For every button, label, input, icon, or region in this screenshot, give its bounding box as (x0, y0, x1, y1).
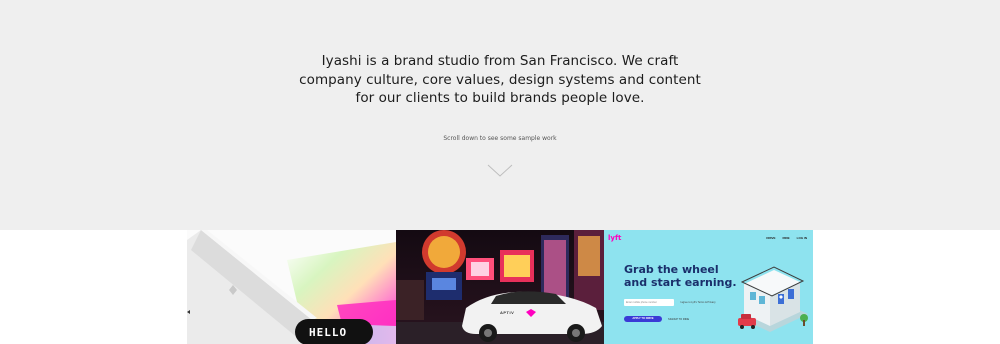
intro-line: for our clients to build brands people l… (355, 90, 645, 106)
hello-display: HELLO (309, 326, 348, 339)
work-tile-lyft[interactable]: lyft DRIVE RIDE LOG IN Grab the wheel an… (604, 230, 813, 344)
lyft-nav: DRIVE RIDE LOG IN (766, 236, 807, 240)
laptop-gradient-image (187, 230, 396, 344)
phone-input[interactable]: Enter mobile phone number (624, 299, 674, 306)
chevron-down-icon[interactable] (487, 164, 513, 178)
lyft-logo: lyft (608, 234, 622, 242)
nav-ride[interactable]: RIDE (782, 236, 789, 240)
building-illustration (738, 266, 808, 332)
terms-text: I agree to Lyft's Terms & Privacy (680, 301, 716, 304)
work-tile-vegas[interactable]: APTIV (396, 230, 604, 344)
work-gallery: HELLO APTIV lyft DRIVE RIDE LOG IN Grab … (187, 230, 813, 344)
car-badge: APTIV (500, 310, 515, 315)
lyft-headline: Grab the wheel and start earning. (624, 263, 737, 289)
signup-to-ride-link[interactable]: SIGNUP TO RIDE (668, 318, 689, 321)
headline-line: Grab the wheel (624, 263, 719, 276)
apply-to-drive-button[interactable]: APPLY TO DRIVE (624, 316, 662, 322)
intro-line: Iyashi is a brand studio from San Franci… (321, 53, 679, 69)
hero-section: Iyashi is a brand studio from San Franci… (0, 0, 1000, 230)
vegas-car-image (396, 230, 604, 344)
scroll-hint: Scroll down to see some sample work (443, 135, 557, 142)
intro-line: company culture, core values, design sys… (299, 71, 701, 88)
nav-drive[interactable]: DRIVE (766, 236, 775, 240)
intro-text: Iyashi is a brand studio from San Franci… (0, 52, 1000, 108)
work-tile-laptop[interactable]: HELLO (187, 230, 396, 344)
headline-line: and start earning. (624, 276, 737, 289)
nav-login[interactable]: LOG IN (797, 236, 807, 240)
